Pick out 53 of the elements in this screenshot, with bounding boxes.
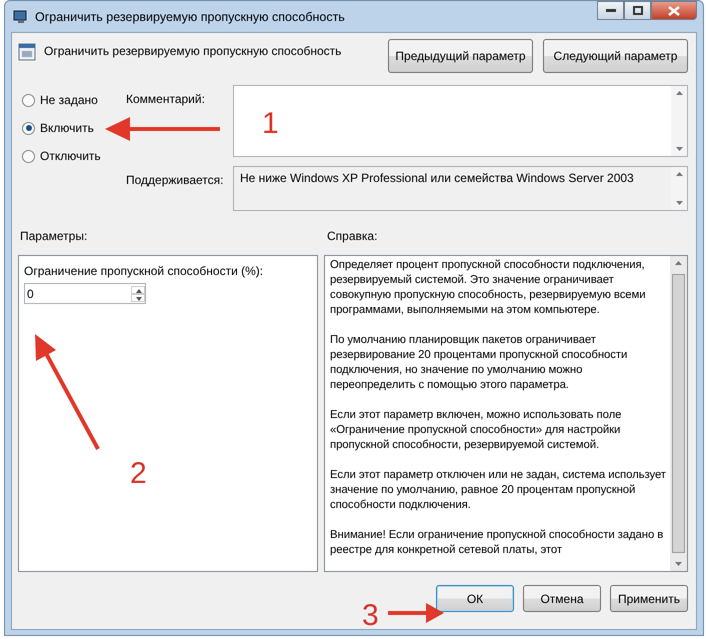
help-paragraph: Определяет процент пропускной способности подключения, резервируемый системой. Это значение ограничивает совокупную пропускную способность, резервируемую всеми программами, выполняемыми на этом компьютере. <box>330 258 647 318</box>
scroll-thumb[interactable] <box>672 274 685 553</box>
radio-option[interactable]: Отключить <box>22 149 126 163</box>
radio-button[interactable] <box>22 94 35 106</box>
radio-label: Отключить <box>40 149 101 163</box>
supported-text: Не ниже Windows XP Professional или семейства Windows Server 2003 <box>239 170 635 187</box>
annotation-arrow <box>388 603 444 623</box>
nav-button[interactable]: Следующий параметр <box>543 39 688 73</box>
scrollbar[interactable] <box>670 256 687 571</box>
dialog-button[interactable]: Применить <box>610 585 688 612</box>
radio-button[interactable] <box>22 150 35 162</box>
minimize-button[interactable] <box>597 1 624 20</box>
policy-icon <box>18 43 36 61</box>
help-paragraph: Если этот параметр включен, можно использовать поле «Ограничение пропускной способности» для настройки пропускной способности, резервируемой системой. <box>330 408 622 453</box>
close-icon <box>668 6 680 16</box>
annotation-number: 3 <box>362 599 379 632</box>
computer-icon <box>13 8 29 24</box>
radio-option[interactable]: Не задано <box>22 93 126 107</box>
scroll-up-icon[interactable] <box>676 91 682 95</box>
help-paragraph: По умолчанию планировщик пакетов ограничивает резервирование 20 процентами пропускной способности подключения, но значение по умолчанию можно переопределить с помощью этого параметра. <box>330 333 628 393</box>
comment-label: Комментарий: <box>126 92 206 106</box>
radio-label: Включить <box>40 121 94 135</box>
supported-label: Поддерживается: <box>126 173 224 187</box>
window-title: Ограничить резервируемую пропускную способность <box>35 10 346 24</box>
scroll-down-icon[interactable] <box>675 562 682 566</box>
help-paragraph: Если этот параметр отключен или не задан, система использует значение по умолчанию, равное 20 процентам пропускной способности подключения. <box>330 468 667 513</box>
close-button[interactable] <box>651 1 697 20</box>
scroll-up-icon[interactable] <box>676 172 682 176</box>
radio-label: Не задано <box>40 93 98 107</box>
maximize-icon <box>632 6 642 15</box>
radio-option[interactable]: Включить <box>22 121 126 135</box>
spin-up-icon[interactable] <box>131 286 145 294</box>
radio-button[interactable] <box>22 122 35 134</box>
minimize-icon <box>606 8 616 12</box>
spin-down-icon[interactable] <box>131 294 145 302</box>
maximize-button[interactable] <box>624 1 651 20</box>
scrollbar[interactable] <box>671 86 687 156</box>
nav-button[interactable]: Предыдущий параметр <box>388 39 533 73</box>
scroll-down-icon[interactable] <box>676 147 682 151</box>
scroll-up-icon[interactable] <box>675 261 682 265</box>
field-label: Ограничение пропускной способности (%): <box>24 264 264 278</box>
policy-title: Ограничить резервируемую пропускную способность <box>44 44 342 58</box>
dialog-button[interactable]: Отмена <box>523 585 601 612</box>
help-heading: Справка: <box>327 229 378 245</box>
scroll-down-icon[interactable] <box>676 201 682 205</box>
percent-spin-field[interactable]: 0 <box>24 283 146 304</box>
options-heading: Параметры: <box>19 229 88 245</box>
scrollbar[interactable] <box>671 167 687 210</box>
annotation-number: 2 <box>130 457 147 490</box>
annotation-number: 1 <box>262 107 279 140</box>
help-paragraph: Внимание! Если ограничение пропускной способности задано в реестре для конкретной сетевой платы, этот <box>330 528 664 558</box>
comment-field[interactable] <box>233 85 688 157</box>
dialog-button[interactable]: ОК <box>436 585 514 612</box>
